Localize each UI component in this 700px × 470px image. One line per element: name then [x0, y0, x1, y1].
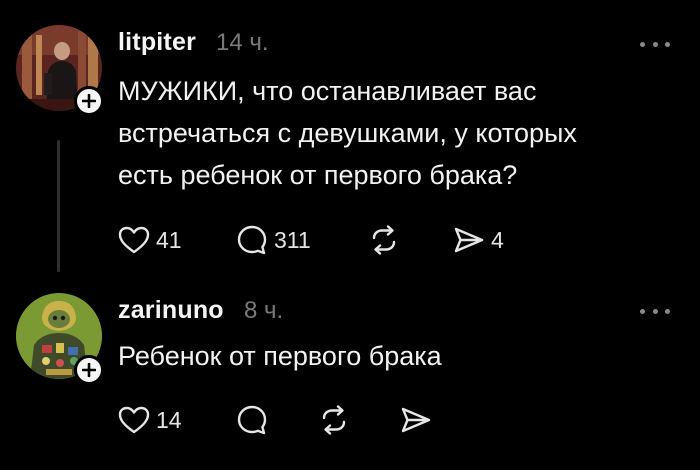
thread-post: litpiter 14 ч. МУЖИКИ, что останавливает…	[0, 0, 700, 280]
comment-count: 311	[274, 226, 311, 253]
post-text-line: Ребенок от первого брака	[118, 341, 442, 371]
action-bar: 41 311 4	[118, 223, 538, 257]
share-button[interactable]	[400, 403, 438, 437]
share-button[interactable]: 4	[453, 223, 504, 257]
comment-button[interactable]: 311	[236, 223, 311, 257]
repost-arrows-icon	[372, 225, 396, 255]
more-options-button[interactable]	[640, 307, 670, 315]
follow-button[interactable]	[74, 86, 104, 116]
more-dots-icon	[665, 41, 670, 47]
repost-arrows-icon	[322, 405, 346, 435]
repost-button[interactable]	[368, 223, 400, 257]
post-text-line: есть ребенок от первого брака?	[118, 160, 518, 190]
more-dots-icon	[640, 41, 645, 47]
post-text-line: встречаться с девушками, у которых	[118, 118, 577, 148]
comment-button[interactable]	[236, 403, 274, 437]
post-text: Ребенок от первого брака	[118, 335, 678, 377]
share-count: 4	[491, 226, 504, 253]
username[interactable]: litpiter	[118, 28, 196, 57]
send-icon	[454, 227, 484, 253]
more-dots-icon	[652, 308, 658, 314]
post-text-line: МУЖИКИ, что останавливает вас	[118, 76, 537, 106]
plus-icon	[82, 363, 96, 377]
like-button[interactable]: 41	[118, 223, 182, 257]
send-icon	[401, 407, 431, 433]
more-options-button[interactable]	[640, 40, 670, 48]
plus-icon	[82, 94, 96, 108]
heart-icon	[118, 226, 150, 254]
action-bar: 14	[118, 403, 538, 437]
post-time: 8 ч.	[244, 297, 284, 324]
reply-post: zarinuno 8 ч. Ребенок от первого брака 1…	[0, 280, 700, 470]
more-dots-icon	[665, 308, 670, 314]
more-dots-icon	[652, 41, 658, 47]
like-count: 41	[156, 226, 182, 253]
comment-bubble-icon	[237, 405, 267, 435]
follow-button[interactable]	[74, 355, 104, 385]
like-button[interactable]: 14	[118, 403, 182, 437]
more-dots-icon	[640, 308, 645, 314]
repost-button[interactable]	[318, 403, 350, 437]
like-count: 14	[156, 406, 182, 433]
post-time: 14 ч.	[216, 29, 269, 56]
username[interactable]: zarinuno	[118, 296, 224, 325]
heart-icon	[118, 406, 150, 434]
comment-bubble-icon	[237, 225, 267, 255]
post-text: МУЖИКИ, что останавливает вас встречатьс…	[118, 70, 678, 196]
thread-line	[57, 140, 60, 272]
